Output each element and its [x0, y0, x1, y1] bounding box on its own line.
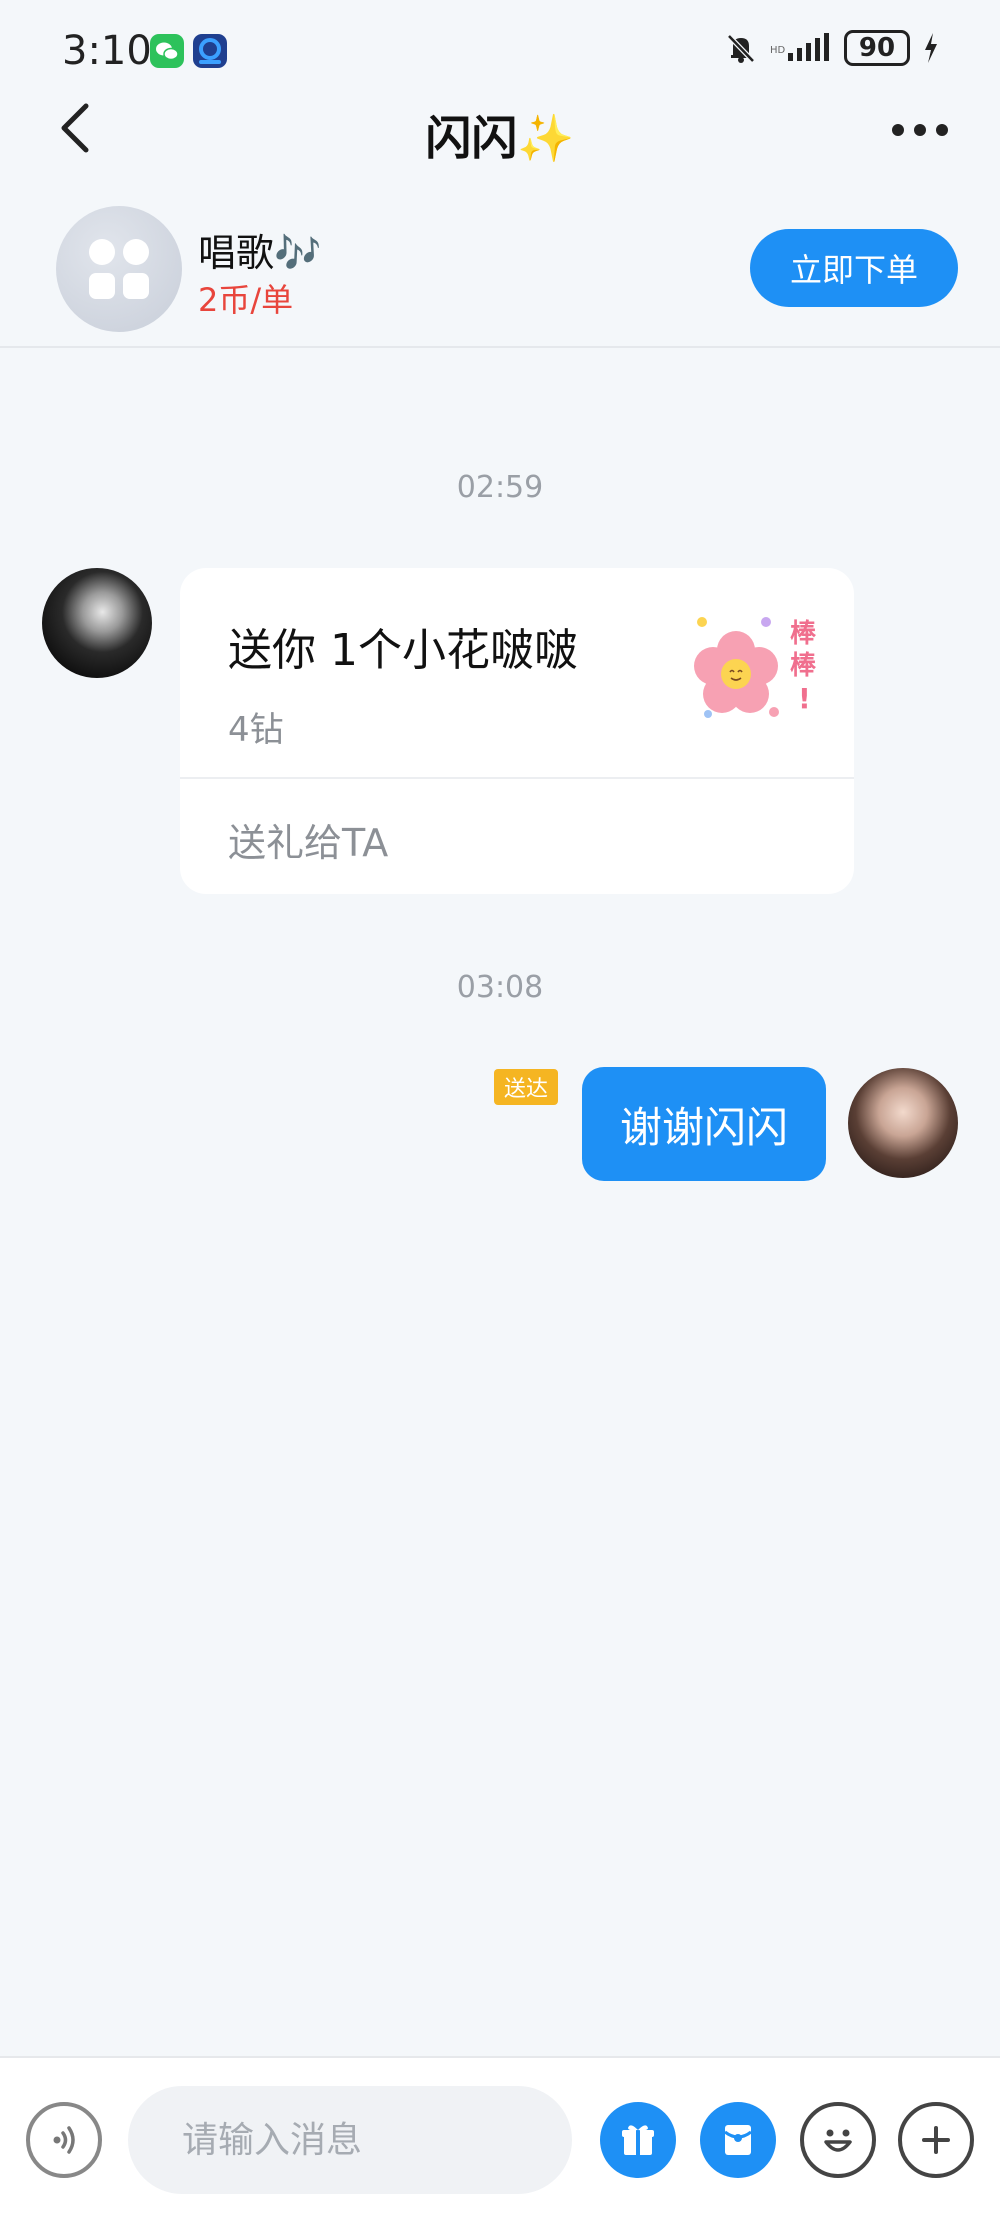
service-name: 唱歌🎶 [198, 231, 322, 275]
send-gift-link[interactable]: 送礼给TA [228, 812, 388, 867]
gift-icon [622, 2125, 654, 2155]
emoji-button[interactable] [800, 2102, 876, 2178]
charging-icon [925, 33, 937, 63]
apps-grid-icon [89, 239, 149, 299]
emoji-icon [824, 2129, 852, 2152]
battery-indicator: 90 [844, 30, 910, 66]
service-price: 2币/单 [198, 281, 294, 319]
svg-text:棒: 棒 [790, 619, 817, 649]
order-now-button[interactable]: 立即下单 [750, 229, 958, 307]
red-packet-button[interactable] [700, 2102, 776, 2178]
voice-icon [53, 2126, 75, 2154]
gift-title: 送你 1个小花啵啵 [228, 625, 578, 676]
svg-text:棒: 棒 [790, 651, 817, 681]
more-button[interactable] [880, 110, 960, 150]
message-timestamp: 03:08 [456, 970, 544, 1005]
service-avatar [56, 206, 182, 332]
app-notification-icon [193, 34, 227, 68]
my-avatar[interactable] [848, 1068, 958, 1178]
red-packet-icon [724, 2125, 752, 2155]
sent-message-bubble[interactable]: 谢谢闪闪 [582, 1067, 826, 1181]
more-actions-button[interactable] [898, 2102, 974, 2178]
status-indicators: HD 90 [724, 30, 940, 66]
message-timestamp: 02:59 [456, 470, 544, 505]
wechat-notification-icon [150, 34, 184, 68]
status-time: 3:10 [62, 28, 152, 74]
signal-icon: HD [770, 33, 829, 61]
more-dots-icon [892, 124, 904, 136]
message-input[interactable] [128, 2086, 572, 2194]
flower-gift-image: 棒 棒 ! [690, 612, 824, 730]
gift-price: 4钻 [228, 710, 284, 750]
svg-text:!: ! [798, 682, 811, 715]
voice-button[interactable] [26, 2102, 102, 2178]
mute-bell-icon [727, 34, 755, 63]
gift-card-divider [180, 777, 854, 779]
plus-icon [922, 2126, 950, 2154]
page-title: 闪闪✨ [425, 111, 575, 165]
gift-button[interactable] [600, 2102, 676, 2178]
contact-avatar[interactable] [42, 568, 152, 678]
svg-text:HD: HD [770, 45, 786, 56]
delivered-badge: 送达 [494, 1069, 559, 1105]
